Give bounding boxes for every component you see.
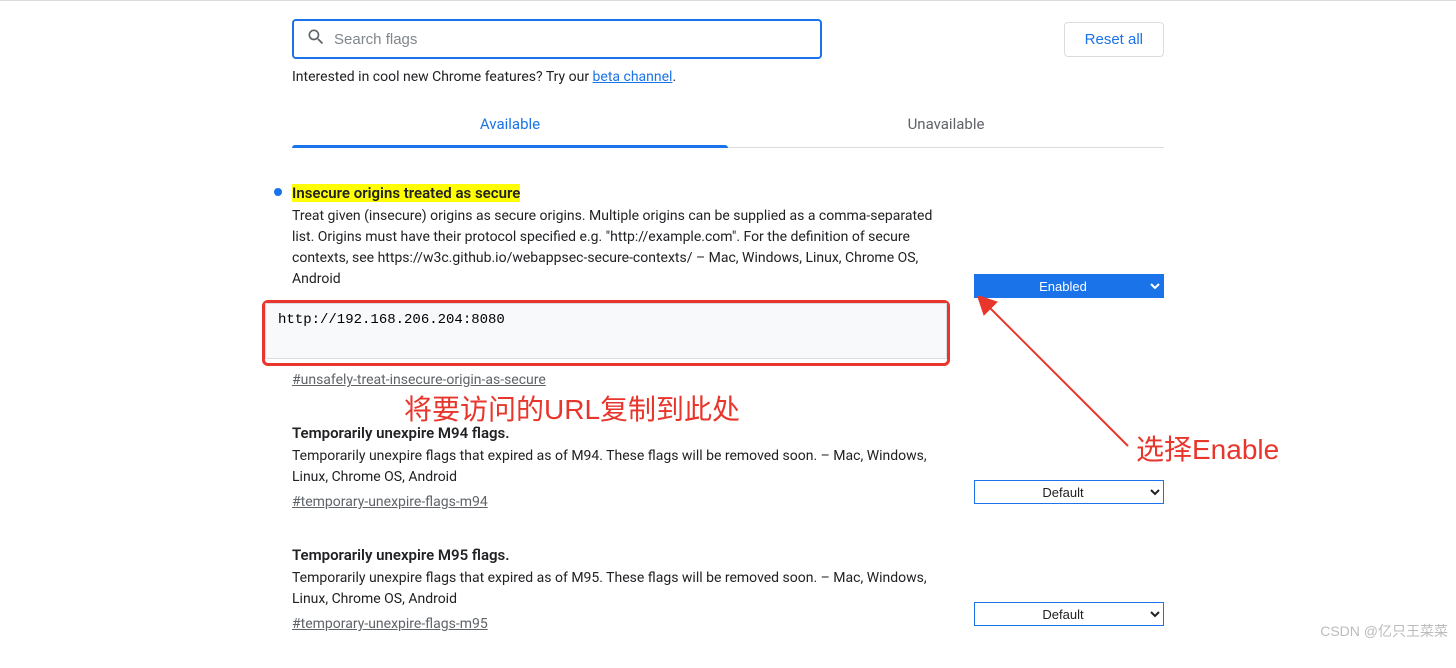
flag-title: Temporarily unexpire M94 flags. — [292, 424, 510, 442]
promo-suffix: . — [672, 69, 676, 85]
search-icon — [306, 27, 326, 51]
flag-anchor-link[interactable]: #unsafely-treat-insecure-origin-as-secur… — [292, 372, 546, 388]
flag-description: Temporarily unexpire flags that expired … — [292, 568, 950, 610]
watermark: CSDN @亿只王菜菜 — [1320, 621, 1448, 641]
flag-state-select[interactable]: Enabled — [974, 274, 1164, 298]
annotation-box-url — [262, 300, 950, 366]
flag-state-select[interactable]: Default — [974, 602, 1164, 626]
flag-anchor-link[interactable]: #temporary-unexpire-flags-m94 — [292, 494, 488, 510]
tab-unavailable[interactable]: Unavailable — [728, 101, 1164, 147]
flag-description: Treat given (insecure) origins as secure… — [292, 206, 950, 290]
promo-prefix: Interested in cool new Chrome features? … — [292, 69, 593, 85]
reset-all-button[interactable]: Reset all — [1064, 22, 1164, 57]
flags-list: Insecure origins treated as secure Treat… — [292, 148, 1164, 632]
flag-title: Temporarily unexpire M95 flags. — [292, 546, 510, 564]
flag-row: Insecure origins treated as secure Treat… — [292, 184, 1164, 388]
flag-description: Temporarily unexpire flags that expired … — [292, 446, 950, 488]
flag-title: Insecure origins treated as secure — [292, 184, 520, 202]
header-row: Reset all — [292, 1, 1164, 69]
flag-anchor-link[interactable]: #temporary-unexpire-flags-m95 — [292, 616, 488, 632]
beta-channel-link[interactable]: beta channel — [593, 69, 673, 85]
origin-input[interactable] — [265, 303, 947, 359]
tab-available[interactable]: Available — [292, 101, 728, 147]
flag-state-select[interactable]: Default — [974, 480, 1164, 504]
tabs: Available Unavailable — [292, 101, 1164, 148]
flag-row: Temporarily unexpire M95 flags. Temporar… — [292, 546, 1164, 632]
flag-row: Temporarily unexpire M94 flags. Temporar… — [292, 424, 1164, 510]
promo-text: Interested in cool new Chrome features? … — [292, 69, 1164, 85]
search-input[interactable] — [334, 31, 808, 48]
modified-indicator-icon — [274, 188, 282, 196]
search-box[interactable] — [292, 19, 822, 59]
